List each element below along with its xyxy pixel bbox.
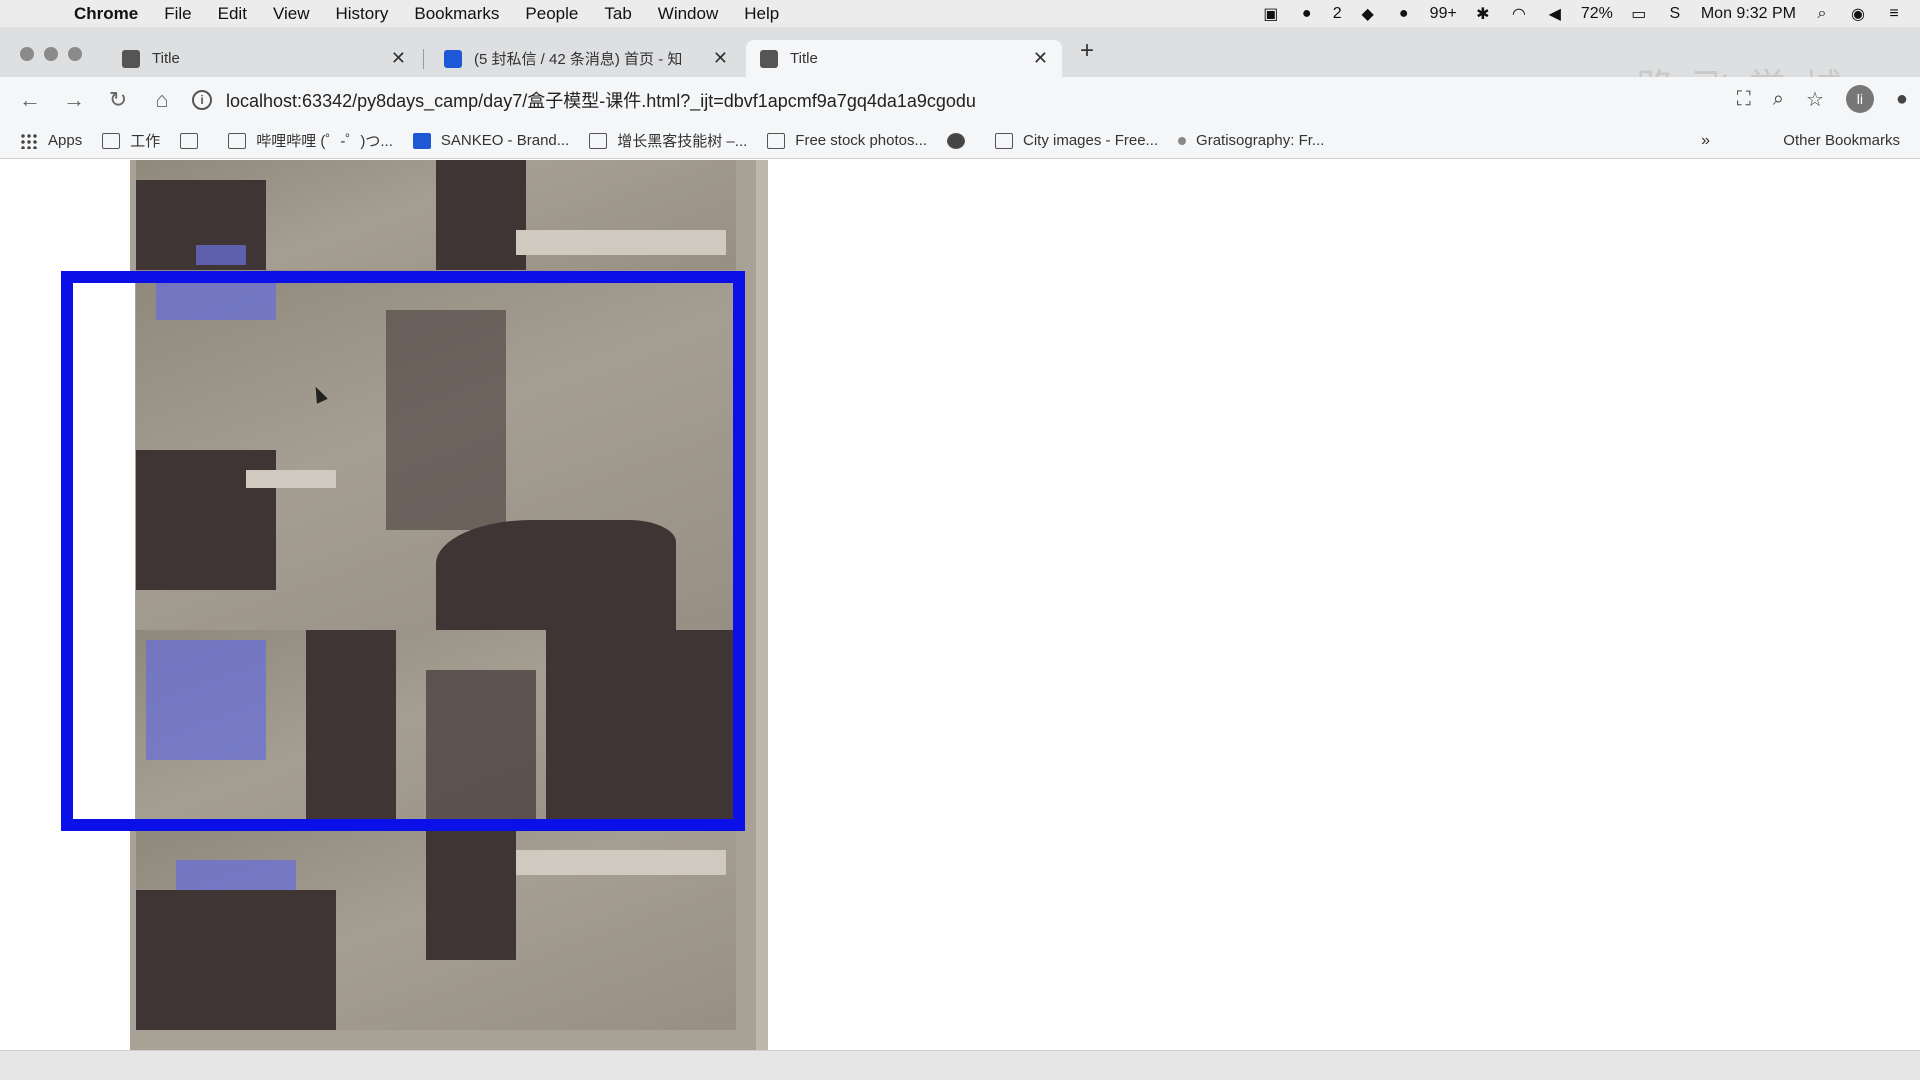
evernote-icon[interactable]: ◆ [1358,4,1378,24]
tab-title-1[interactable]: Title ✕ [108,40,420,77]
zoom-icon[interactable]: ⌕ [1773,88,1784,111]
tiled-photo-bottom [136,830,736,1030]
menu-history[interactable]: History [335,4,388,24]
translate-icon[interactable]: ⛶ [1737,88,1751,111]
bookmark-label: SANKEO - Brand... [440,132,570,149]
apps-grid-icon [20,132,38,149]
zoom-window-button[interactable] [68,47,82,61]
new-tab-button[interactable]: + [1080,37,1094,65]
tab-zhihu[interactable]: (5 封私信 / 42 条消息) 首页 - 知 ✕ [430,40,742,77]
reload-button[interactable]: ↻ [104,86,132,114]
menu-help[interactable]: Help [744,4,779,24]
bookmark-label: 哔哩哔哩 (゜-゜)つ... [256,133,393,150]
tab-label: Title [790,50,818,67]
close-tab-icon[interactable]: ✕ [1033,48,1048,69]
menu-bar-status-area: ▣ ● 2 ◆ ● 99+ ✱ ◠ ◀ 72% ▭ S Mon 9:32 PM … [1261,0,1904,27]
behance-icon [412,132,431,149]
volume-icon[interactable]: ◀ [1545,4,1565,24]
tab-label: Title [152,50,180,67]
bookmark-globe[interactable] [947,132,975,149]
window-controls [20,47,82,61]
bluetooth-icon[interactable]: ✱ [1473,4,1493,24]
zhihu-favicon-icon [444,49,462,68]
tab-strip: Title ✕ (5 封私信 / 42 条消息) 首页 - 知 ✕ Title … [0,27,1920,110]
forward-button[interactable]: → [60,86,88,114]
dot-icon [1178,136,1187,145]
globe-icon [947,132,966,149]
close-window-button[interactable] [20,47,34,61]
box-model-border [61,271,745,831]
bookmark-label: Free stock photos... [795,132,928,149]
back-button[interactable]: ← [16,86,44,114]
battery-percent: 72% [1580,4,1613,22]
bookmark-label: 增长黑客技能树 –... [617,133,748,150]
minimize-window-button[interactable] [44,47,58,61]
pexels-icon [767,132,786,149]
bookmark-gratisography[interactable]: Gratisography: Fr... [1178,132,1324,149]
macos-menu-bar: Chrome File Edit View History Bookmarks … [0,0,1920,27]
home-button[interactable]: ⌂ [148,86,176,114]
toolbar-actions: ⛶ ⌕ ☆ li ● [1737,85,1908,113]
menu-app-chrome[interactable]: Chrome [74,4,138,24]
wifi-icon[interactable]: ◠ [1509,4,1529,24]
menu-bookmarks[interactable]: Bookmarks [414,4,499,24]
other-bookmarks-folder[interactable]: Other Bookmarks [1773,132,1900,149]
bookmark-growth-hacker[interactable]: 增长黑客技能树 –... [589,130,747,151]
folder-icon [102,132,121,149]
bookmark-label: 工作 [130,133,161,150]
bookmark-sankeo[interactable]: SANKEO - Brand... [412,132,570,149]
bookmark-work-folder[interactable]: 工作 [102,130,160,151]
tab-label: (5 封私信 / 42 条消息) 首页 - 知 [474,51,683,68]
bookmarks-bar: Apps 工作 哔哩哔哩 (゜-゜)つ... SANKEO - Brand...… [0,123,1920,159]
site-info-icon[interactable]: i [192,90,212,110]
notification-count: 99+ [1429,4,1457,22]
screen-record-icon[interactable]: ▣ [1261,4,1281,24]
notification-center-icon[interactable]: ≡ [1884,5,1904,23]
s-app-icon[interactable]: S [1665,5,1685,23]
clock[interactable]: Mon 9:32 PM [1701,5,1796,23]
battery-icon[interactable]: ▭ [1629,4,1649,24]
address-bar[interactable]: i localhost:63342/py8days_camp/day7/盒子模型… [192,82,1652,118]
profile-avatar[interactable]: li [1845,85,1874,113]
camera-icon [995,132,1014,149]
bookmark-label: Other Bookmarks [1783,132,1900,149]
badge-count: 2 [1332,4,1342,22]
browser-toolbar: ← → ↻ ⌂ i localhost:63342/py8days_camp/d… [0,77,1920,123]
tab-separator [423,49,424,69]
siri-icon[interactable]: ◉ [1848,4,1868,24]
menu-window[interactable]: Window [658,4,718,24]
close-tab-icon[interactable]: ✕ [391,48,406,69]
bookmark-code[interactable] [180,132,208,149]
recording-indicator-icon[interactable]: ● [1297,5,1317,23]
bookmarks-overflow-chevron-icon[interactable]: » [1701,132,1710,150]
bookmark-star-icon[interactable]: ☆ [1806,87,1824,112]
menu-view[interactable]: View [273,4,310,24]
menu-edit[interactable]: Edit [218,4,247,24]
tab-title-active[interactable]: Title ✕ [746,40,1062,77]
bookmark-apps[interactable]: Apps [20,132,82,149]
pycharm-favicon-icon [760,49,778,68]
bookmark-label: Gratisography: Fr... [1196,132,1325,149]
tiled-photo-top [136,160,736,270]
url-text[interactable]: localhost:63342/py8days_camp/day7/盒子模型-课… [226,87,976,113]
tv-icon [228,132,247,149]
menu-tab[interactable]: Tab [604,4,631,24]
bookmark-bilibili[interactable]: 哔哩哔哩 (゜-゜)つ... [228,130,393,151]
close-tab-icon[interactable]: ✕ [713,48,728,69]
bookmark-pexels[interactable]: Free stock photos... [767,132,927,149]
spotlight-search-icon[interactable]: ⌕ [1812,5,1832,23]
code-brackets-icon [180,132,199,149]
bookmark-label: Apps [48,132,83,149]
box-icon [589,132,608,149]
extension-icon[interactable]: ● [1896,88,1908,111]
menu-file[interactable]: File [164,4,191,24]
menu-people[interactable]: People [525,4,578,24]
bookmark-label: City images - Free... [1023,132,1159,149]
qq-icon[interactable]: ● [1394,5,1414,23]
pycharm-favicon-icon [122,49,140,68]
bookmark-city-images[interactable]: City images - Free... [995,132,1158,149]
bottom-status-strip [0,1050,1920,1080]
